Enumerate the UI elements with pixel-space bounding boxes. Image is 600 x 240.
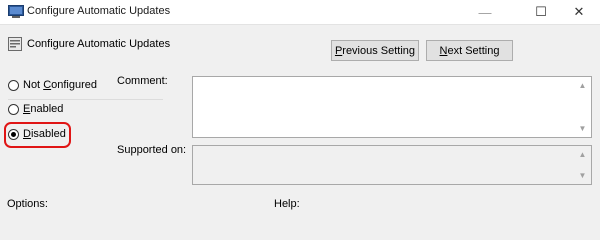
comment-label: Comment:	[117, 75, 168, 87]
next-label: ext Setting	[447, 44, 500, 57]
supported-on-label: Supported on:	[117, 144, 187, 156]
next-accel: N	[439, 44, 448, 57]
scroll-up-icon[interactable]: ▲	[574, 78, 591, 93]
radio-enabled[interactable]: Enabled	[8, 103, 63, 115]
supported-on-value	[193, 146, 573, 184]
close-button[interactable]: ✕	[556, 0, 600, 24]
previous-setting-button[interactable]: Previous Setting	[331, 40, 419, 61]
next-setting-button[interactable]: Next Setting	[426, 40, 513, 61]
previous-label: revious Setting	[342, 44, 416, 57]
comment-input[interactable]	[193, 77, 573, 137]
options-label: Options:	[7, 198, 48, 210]
comment-scrollbar[interactable]: ▲ ▼	[574, 77, 591, 137]
comment-box[interactable]: ▲ ▼	[192, 76, 592, 138]
policy-settings-icon	[8, 37, 22, 51]
policy-title: Configure Automatic Updates	[27, 38, 171, 50]
radio-not-configured[interactable]: Not Configured	[8, 79, 97, 91]
supported-on-box: ▲ ▼	[192, 145, 592, 185]
radio-label: Enabled	[23, 103, 64, 115]
policy-editor-icon	[8, 5, 24, 18]
title-bar: Configure Automatic Updates — ☐ ✕	[0, 0, 600, 25]
minimize-button[interactable]: —	[462, 0, 508, 24]
window-title: Configure Automatic Updates	[27, 5, 171, 17]
previous-accel: P	[334, 44, 343, 57]
radio-label: Not Configured	[23, 79, 98, 91]
disabled-highlight-annotation	[4, 122, 71, 148]
scroll-up-icon[interactable]: ▲	[574, 147, 591, 162]
divider	[8, 99, 163, 100]
radio-button[interactable]	[8, 103, 19, 115]
scroll-down-icon[interactable]: ▼	[574, 168, 591, 183]
radio-button[interactable]	[8, 79, 19, 91]
scroll-down-icon[interactable]: ▼	[574, 121, 591, 136]
supported-scrollbar[interactable]: ▲ ▼	[574, 146, 591, 184]
help-label: Help:	[274, 198, 300, 210]
